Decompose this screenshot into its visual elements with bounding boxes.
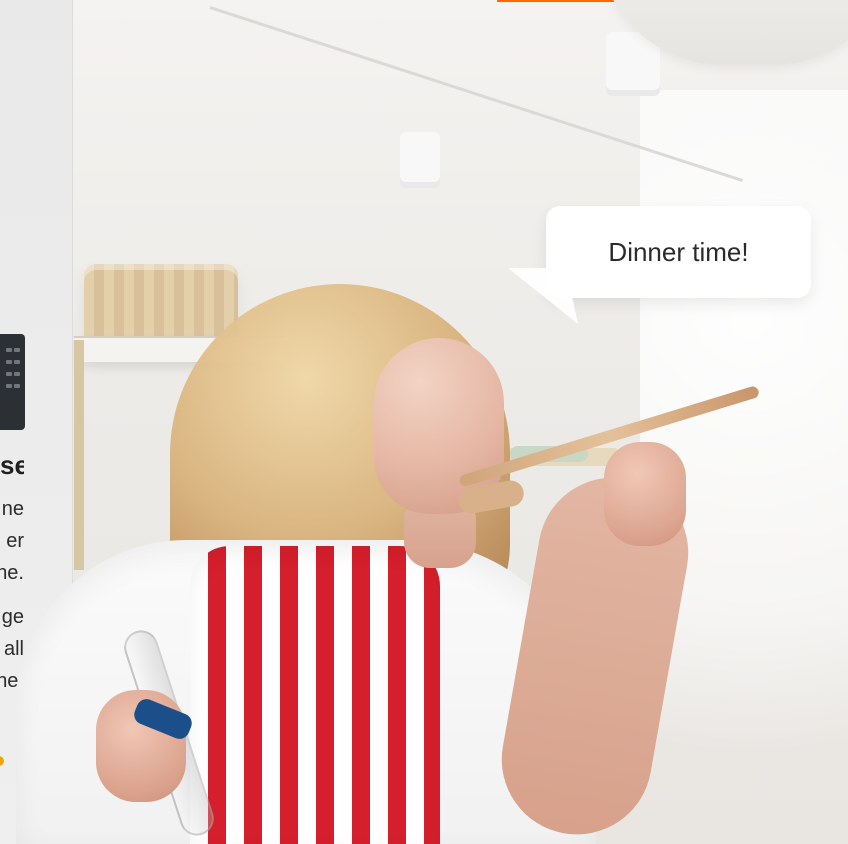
speech-bubble: Dinner time! xyxy=(546,206,811,298)
speech-bubble-text: Dinner time! xyxy=(608,236,749,267)
ceiling-spotlight xyxy=(400,132,440,188)
cut-text-line: all xyxy=(3,638,24,660)
shelf-side xyxy=(74,340,84,570)
speech-bubble-tail xyxy=(508,268,578,324)
cut-text-line: er xyxy=(6,530,24,552)
cut-text-line: ne. xyxy=(0,562,24,584)
cut-text-line: ge xyxy=(1,606,24,628)
right-hand xyxy=(604,442,686,546)
scene: se ne er ne. ge all ne. Dinner time! xyxy=(0,0,848,844)
cut-text-line: ne xyxy=(1,498,24,520)
striped-apron xyxy=(190,546,440,844)
